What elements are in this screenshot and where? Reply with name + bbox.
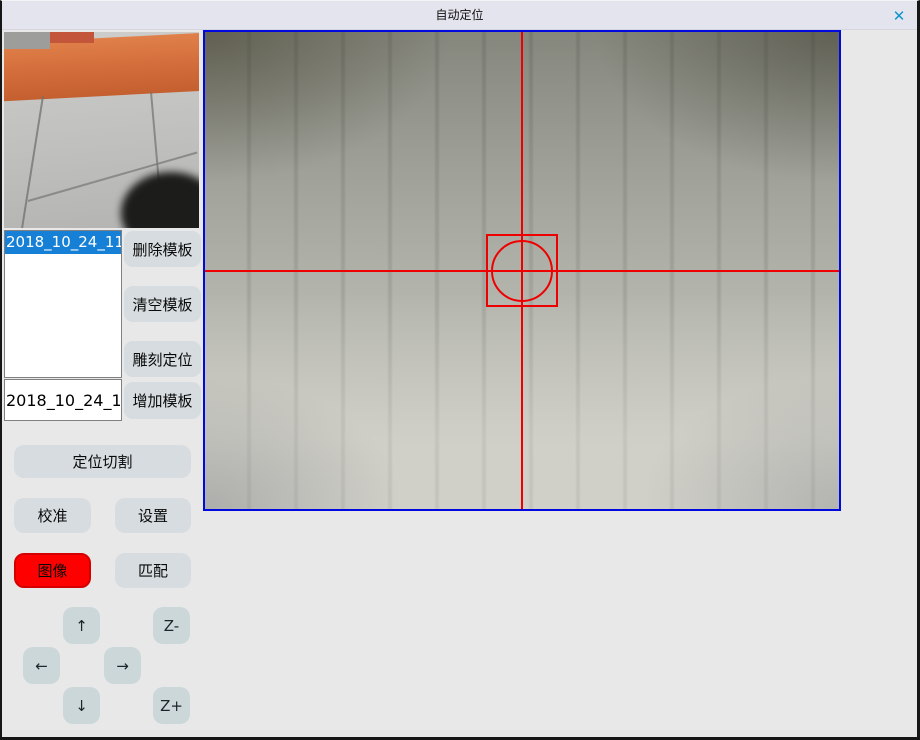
thumbnail-tile-line — [150, 92, 160, 184]
dialog-title: 自动定位 — [2, 1, 917, 30]
thumbnail-tile-line — [21, 96, 44, 228]
engrave-position-button[interactable]: 雕刻定位 — [124, 341, 201, 377]
template-list-item[interactable]: 2018_10_24_11 — [5, 231, 121, 254]
auto-position-dialog: 自动定位 ✕ 2018_10_24_11 删除模板 清空模板 雕刻定位 增加模板… — [0, 0, 920, 740]
jog-up-button[interactable]: ↑ — [63, 607, 100, 644]
image-button[interactable]: 图像 — [14, 553, 91, 588]
camera-view[interactable] — [203, 30, 841, 511]
target-circle — [491, 240, 553, 302]
clear-templates-button[interactable]: 清空模板 — [124, 286, 201, 322]
jog-right-button[interactable]: → — [104, 647, 141, 684]
calibrate-button[interactable]: 校准 — [14, 498, 91, 533]
template-list[interactable]: 2018_10_24_11 — [4, 230, 122, 378]
thumbnail-gray-decor — [4, 32, 50, 49]
close-icon[interactable]: ✕ — [890, 7, 908, 25]
thumbnail-dark-object — [121, 172, 199, 228]
add-template-button[interactable]: 增加模板 — [124, 382, 201, 419]
delete-template-button[interactable]: 删除模板 — [124, 231, 201, 267]
settings-button[interactable]: 设置 — [115, 498, 191, 533]
title-bar[interactable]: 自动定位 ✕ — [2, 1, 917, 30]
jog-down-button[interactable]: ↓ — [63, 687, 100, 724]
z-minus-button[interactable]: Z- — [153, 607, 190, 644]
match-button[interactable]: 匹配 — [115, 553, 191, 588]
jog-left-button[interactable]: ← — [23, 647, 60, 684]
template-name-input[interactable] — [4, 379, 122, 421]
z-plus-button[interactable]: Z+ — [153, 687, 190, 724]
camera-thumbnail — [4, 32, 199, 228]
thumbnail-red-decor — [50, 32, 94, 43]
position-cut-button[interactable]: 定位切割 — [14, 445, 191, 478]
